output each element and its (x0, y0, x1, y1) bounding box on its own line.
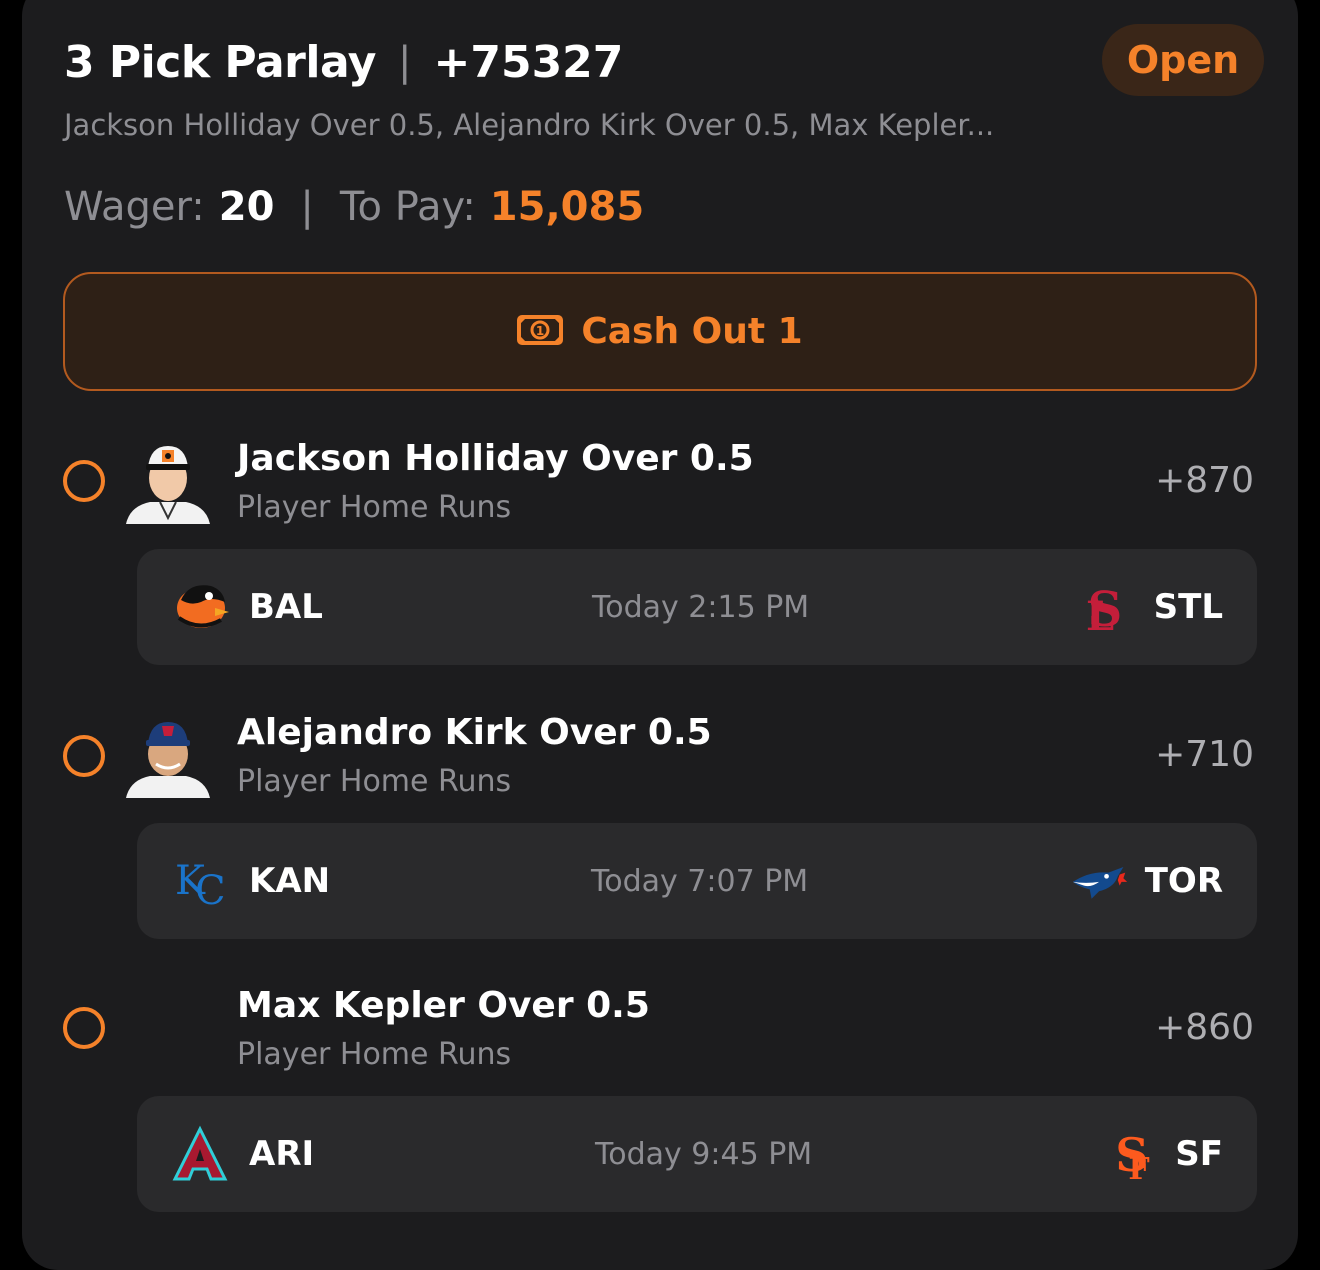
leg-1-radio[interactable] (63, 460, 105, 502)
svg-text:F: F (1129, 1152, 1150, 1183)
leg-2-odds: +710 (1155, 734, 1254, 775)
wager-label: Wager: (64, 184, 205, 230)
leg-3-home-abbr: SF (1175, 1134, 1223, 1174)
to-pay-label: To Pay: (339, 184, 476, 230)
parlay-title: 3 Pick Parlay (64, 36, 376, 88)
royals-logo-icon: K C (171, 852, 229, 910)
leg-1-title: Jackson Holliday Over 0.5 (237, 438, 754, 479)
leg-2-market: Player Home Runs (237, 764, 512, 799)
leg-3-game: ARI Today 9:45 PM S F SF (137, 1096, 1257, 1212)
leg-2-title: Alejandro Kirk Over 0.5 (237, 712, 712, 753)
svg-text:L: L (1086, 593, 1114, 636)
title-row: 3 Pick Parlay | +75327 (64, 30, 1264, 94)
bluejays-logo-icon (1071, 852, 1129, 910)
leg-3-odds: +860 (1155, 1007, 1254, 1048)
leg-2-game-time: Today 7:07 PM (591, 863, 809, 899)
svg-text:1: 1 (536, 324, 544, 338)
leg-1-odds: +870 (1155, 460, 1254, 501)
leg-3-radio[interactable] (63, 1007, 105, 1049)
leg-1-market: Player Home Runs (237, 490, 512, 525)
leg-1-away-abbr: BAL (249, 587, 323, 627)
leg-2-radio[interactable] (63, 735, 105, 777)
cash-out-button[interactable]: 1 Cash Out 1 (63, 272, 1257, 391)
cash-out-label: Cash Out 1 (581, 311, 803, 352)
wager-row: Wager: 20 | To Pay: 15,085 (64, 184, 644, 230)
leg-3-title: Max Kepler Over 0.5 (237, 985, 650, 1026)
parlay-header: 3 Pick Parlay | +75327 Open (64, 24, 1264, 100)
player-avatar-holliday (126, 440, 210, 524)
wager-separator: | (300, 184, 314, 230)
leg-2-game: K C KAN Today 7:07 PM TOR (137, 823, 1257, 939)
leg-1-game-time: Today 2:15 PM (592, 589, 810, 625)
leg-1-home-team: S L STL (1076, 549, 1223, 665)
wager-value: 20 (218, 184, 275, 230)
leg-3-game-time: Today 9:45 PM (595, 1136, 813, 1172)
leg-1-game: BAL Today 2:15 PM S L STL (137, 549, 1257, 665)
giants-logo-icon: S F (1103, 1125, 1161, 1183)
leg-2-away-abbr: KAN (249, 861, 331, 901)
leg-1-home-abbr: STL (1153, 587, 1223, 627)
title-separator: | (397, 39, 412, 85)
leg-2-away-team: K C KAN (171, 823, 330, 939)
leg-1-away-team: BAL (171, 549, 323, 665)
leg-3-market: Player Home Runs (237, 1037, 512, 1072)
leg-3-away-abbr: ARI (249, 1134, 315, 1174)
parlay-odds: +75327 (433, 36, 624, 88)
orioles-logo-icon (171, 578, 229, 636)
player-avatar-kirk (126, 714, 210, 798)
money-bill-icon: 1 (517, 314, 564, 349)
leg-3-away-team: ARI (171, 1096, 314, 1212)
leg-2-home-team: TOR (1071, 823, 1223, 939)
leg-2-home-abbr: TOR (1144, 861, 1223, 901)
diamondbacks-logo-icon (171, 1125, 229, 1183)
status-badge: Open (1102, 24, 1264, 96)
to-pay-value: 15,085 (489, 184, 645, 230)
svg-text:C: C (195, 868, 226, 910)
cardinals-logo-icon: S L (1076, 578, 1134, 636)
leg-3-home-team: S F SF (1103, 1096, 1223, 1212)
parlay-legs-summary: Jackson Holliday Over 0.5, Alejandro Kir… (64, 108, 995, 142)
